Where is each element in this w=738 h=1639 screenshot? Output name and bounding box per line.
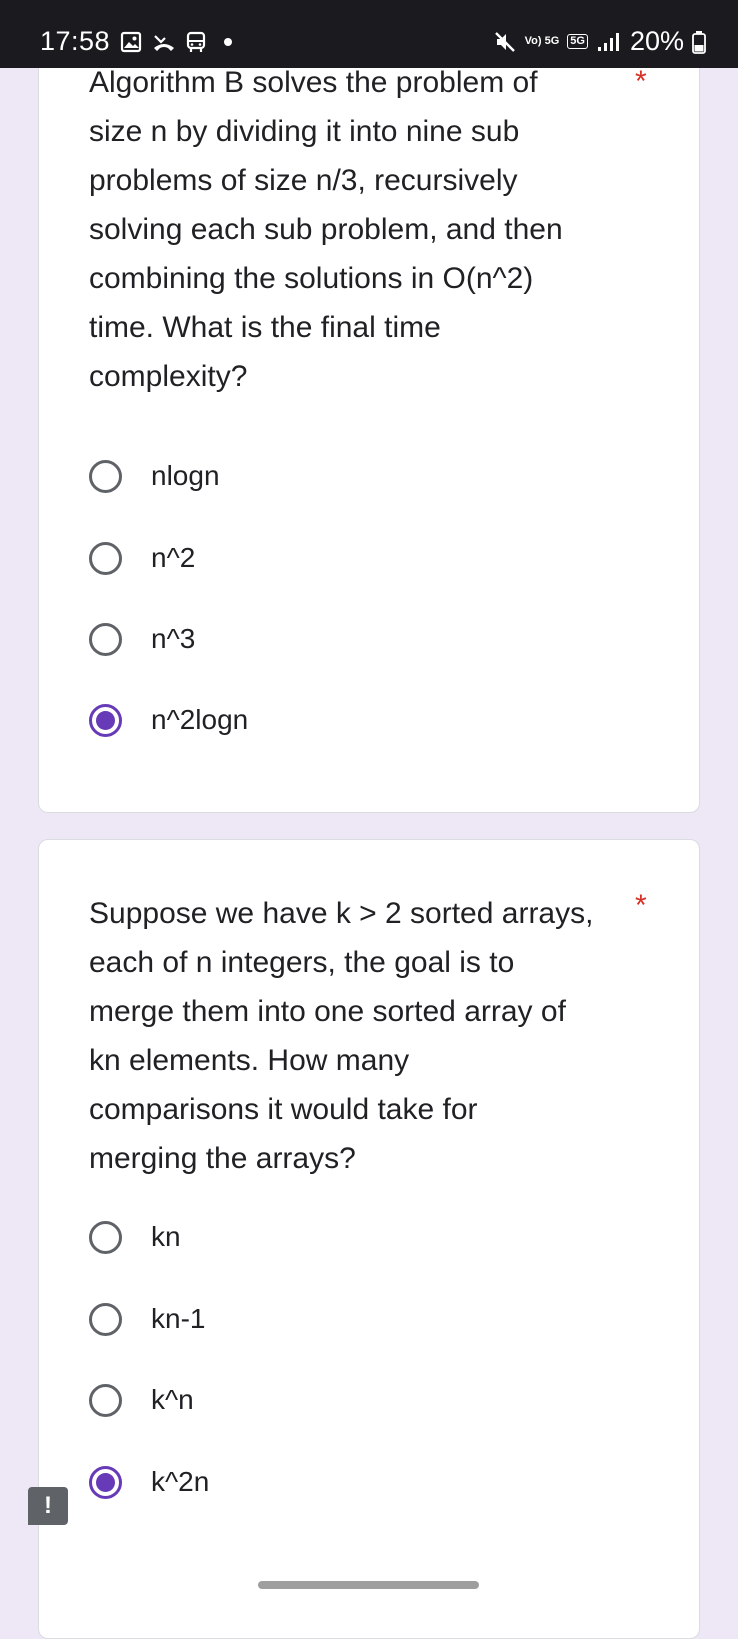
battery-icon (692, 30, 706, 54)
question-line: Suppose we have k > 2 sorted arrays, (89, 897, 594, 930)
option-label: n^3 (151, 623, 196, 654)
option-k-squared-n[interactable]: k^2n (89, 1459, 209, 1505)
option-n-cubed[interactable]: n^3 (89, 616, 195, 662)
radio-button[interactable] (89, 541, 122, 575)
required-mark: * (635, 65, 647, 98)
question-line: merge them into one sorted array of (89, 995, 566, 1028)
question-line: merging the arrays? (89, 1142, 356, 1175)
question-line: combining the solutions in O(n^2) (89, 262, 534, 295)
radio-button[interactable] (89, 459, 122, 493)
question-line: each of n integers, the goal is to (89, 946, 515, 979)
home-indicator[interactable] (258, 1581, 479, 1589)
question-line: size n by dividing it into nine sub (89, 115, 520, 148)
feedback-button[interactable]: ! (28, 1487, 68, 1525)
status-bar: 17:58 Vo) 5G 5G 20% (0, 0, 738, 68)
question-line: complexity? (89, 360, 248, 393)
option-n-squared[interactable]: n^2 (89, 535, 195, 581)
option-label: n^2 (151, 542, 196, 573)
radio-button-selected[interactable] (89, 1465, 122, 1499)
option-label: kn-1 (151, 1303, 206, 1334)
missed-call-icon (152, 31, 176, 53)
gallery-icon (120, 31, 142, 53)
option-k-power-n[interactable]: k^n (89, 1377, 194, 1423)
radio-button-selected[interactable] (89, 703, 122, 737)
question-line: solving each sub problem, and then (89, 213, 563, 246)
battery-percent: 20% (629, 26, 684, 56)
question-line: kn elements. How many (89, 1044, 410, 1077)
radio-button[interactable] (89, 1302, 122, 1336)
status-left: 17:58 (40, 26, 233, 57)
option-kn-minus-1[interactable]: kn-1 (89, 1296, 205, 1342)
question-line: time. What is the final time (89, 311, 441, 344)
option-n-squared-logn[interactable]: n^2logn (89, 697, 248, 743)
option-label: nlogn (151, 460, 220, 491)
notification-dot-icon (224, 37, 233, 46)
status-time: 17:58 (40, 26, 111, 56)
option-nlogn[interactable]: nlogn (89, 453, 220, 499)
option-kn[interactable]: kn (89, 1214, 181, 1260)
volte-icon: Vo) 5G (524, 35, 560, 47)
radio-button[interactable] (89, 1383, 122, 1417)
question-text: Suppose we have k > 2 sorted arrays, eac… (89, 889, 649, 1183)
question-line: problems of size n/3, recursively (89, 164, 518, 197)
network-5g-icon: 5G (567, 34, 588, 49)
radio-button[interactable] (89, 1220, 122, 1254)
question-text: Algorithm B solves the problem of size n… (89, 58, 619, 401)
question-card-2: Suppose we have k > 2 sorted arrays, eac… (38, 839, 700, 1639)
required-mark: * (635, 889, 647, 922)
option-label: kn (151, 1221, 181, 1252)
mute-icon (493, 30, 517, 54)
radio-button[interactable] (89, 622, 122, 656)
option-label: k^2n (151, 1466, 210, 1497)
option-label: k^n (151, 1384, 194, 1415)
question-line: comparisons it would take for (89, 1093, 478, 1126)
option-label: n^2logn (151, 704, 249, 735)
signal-icon (596, 31, 622, 53)
question-card-1: Algorithm B solves the problem of size n… (38, 40, 700, 813)
status-right: Vo) 5G 5G 20% (493, 26, 706, 57)
bus-icon (186, 31, 206, 53)
